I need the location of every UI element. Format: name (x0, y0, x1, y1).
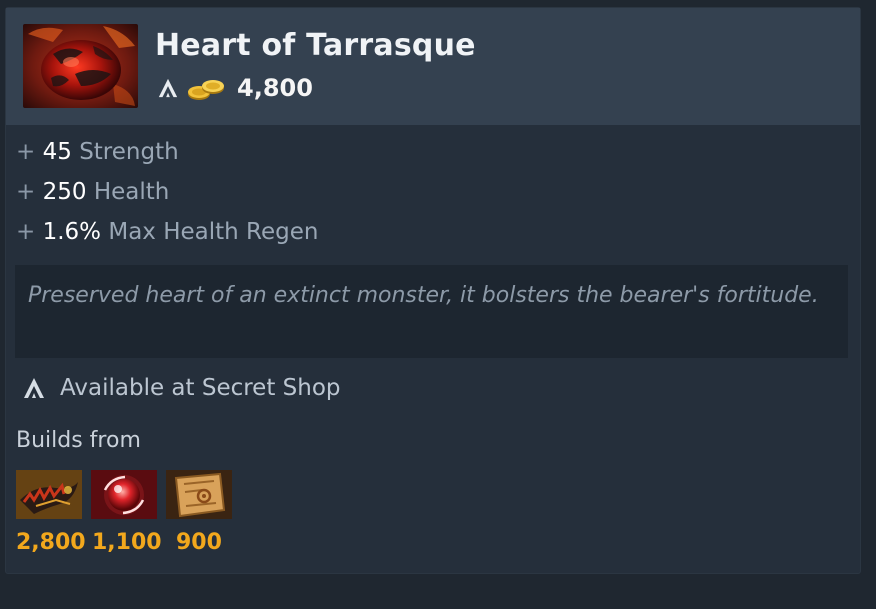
component-costs: 2,800 1,100 900 (16, 530, 222, 555)
item-tooltip: Heart of Tarrasque 4,800 + 45 Strength +… (6, 8, 860, 573)
heart-of-tarrasque-icon (23, 24, 138, 108)
tooltip-header: Heart of Tarrasque 4,800 (6, 8, 860, 125)
stat-name: Health (93, 179, 170, 205)
stat-value: 1.6% (42, 219, 102, 245)
item-cost-row: 4,800 (157, 72, 313, 104)
secret-shop-icon (158, 78, 178, 98)
component-list (16, 470, 241, 519)
item-name: Heart of Tarrasque (155, 28, 476, 63)
item-stats: + 45 Strength + 250 Health + 1.6% Max He… (16, 132, 318, 252)
availability-text: Available at Secret Shop (60, 375, 341, 401)
stat-plus: + (16, 219, 36, 245)
stat-value: 45 (42, 139, 72, 165)
stat-name: Strength (79, 139, 179, 165)
builds-from-title: Builds from (16, 428, 141, 453)
stat-health: + 250 Health (16, 172, 318, 212)
component-cost: 900 (176, 530, 222, 555)
reaver-icon[interactable] (16, 470, 82, 519)
recipe-scroll-icon[interactable] (166, 470, 232, 519)
item-cost: 4,800 (237, 74, 313, 102)
stat-name: Max Health Regen (108, 219, 319, 245)
shop-availability: Available at Secret Shop (22, 370, 341, 406)
gold-coins-icon (188, 80, 224, 100)
stat-value: 250 (42, 179, 87, 205)
stat-max-health-regen: + 1.6% Max Health Regen (16, 212, 318, 252)
stat-strength: + 45 Strength (16, 132, 318, 172)
component-cost: 2,800 (16, 530, 86, 555)
component-cost: 1,100 (92, 530, 162, 555)
item-lore: Preserved heart of an extinct monster, i… (15, 265, 848, 358)
vitality-booster-icon[interactable] (91, 470, 157, 519)
stat-plus: + (16, 179, 36, 205)
stat-plus: + (16, 139, 36, 165)
secret-shop-icon (24, 378, 44, 398)
